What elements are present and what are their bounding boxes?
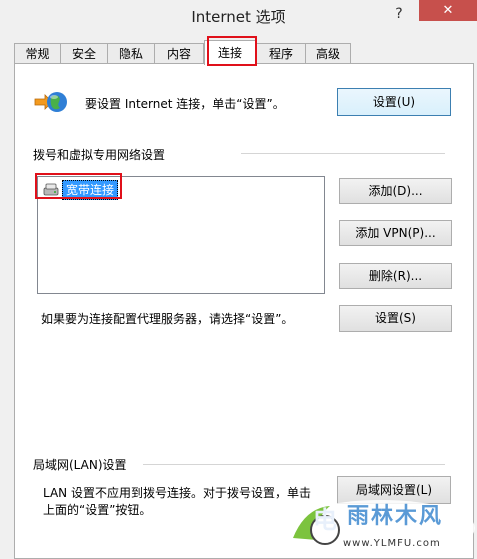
lan-text-line1: LAN 设置不应用到拨号连接。对于拨号设置，单击: [43, 486, 311, 500]
lan-section-divider: [143, 464, 445, 465]
delete-button[interactable]: 删除(R)...: [339, 263, 452, 289]
help-button[interactable]: ?: [387, 4, 411, 24]
tab-advanced[interactable]: 高级: [305, 43, 351, 64]
tab-programs[interactable]: 程序: [256, 43, 306, 64]
tab-content[interactable]: 内容: [154, 43, 204, 64]
add-vpn-button[interactable]: 添加 VPN(P)...: [339, 220, 452, 246]
tab-security[interactable]: 安全: [60, 43, 108, 64]
tab-privacy[interactable]: 隐私: [107, 43, 155, 64]
watermark-logo: 电 雨林木风 www.YLMFU.com: [285, 478, 477, 559]
proxy-instruction-text: 如果要为连接配置代理服务器，请选择“设置”。: [41, 312, 294, 326]
lan-text-line2: 上面的“设置”按钮。: [43, 503, 152, 517]
globe-network-icon: [33, 88, 69, 116]
list-item[interactable]: 宽带连接: [62, 180, 119, 200]
setup-instruction-text: 要设置 Internet 连接，单击“设置”。: [85, 97, 285, 111]
lan-section-label: 局域网(LAN)设置: [33, 458, 127, 472]
close-button[interactable]: ✕: [419, 0, 477, 21]
watermark-mark: 电: [313, 506, 337, 534]
title-bar: Internet 选项 ? ✕: [0, 0, 477, 30]
tab-strip: 常规 安全 隐私 内容 连接 程序 高级: [14, 40, 474, 65]
watermark-name: 雨林木风: [347, 504, 444, 529]
settings-button[interactable]: 设置(S): [339, 305, 452, 332]
modem-connection-icon: [42, 180, 60, 198]
watermark-url: www.YLMFU.com: [343, 538, 441, 549]
connection-list[interactable]: 宽带连接: [37, 176, 325, 294]
add-button[interactable]: 添加(D)...: [339, 178, 452, 204]
setup-button[interactable]: 设置(U): [337, 88, 451, 116]
tab-connections[interactable]: 连接: [204, 40, 256, 65]
tab-general[interactable]: 常规: [14, 43, 61, 64]
dialup-section-label: 拨号和虚拟专用网络设置: [33, 148, 166, 162]
dialup-section-divider: [241, 153, 445, 154]
